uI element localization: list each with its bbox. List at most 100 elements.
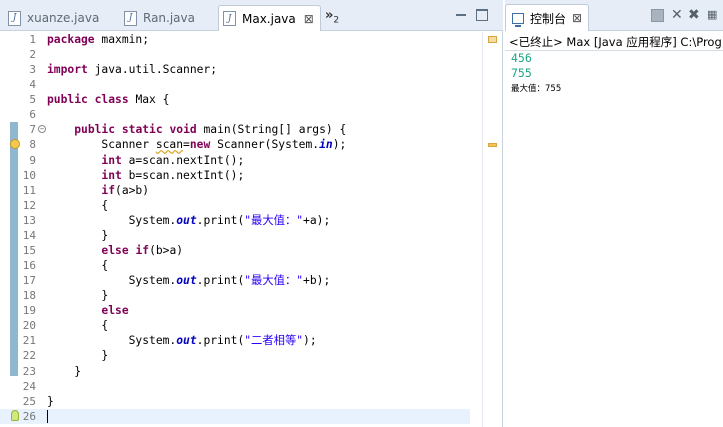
code-line[interactable]: 5 public class Max {: [0, 92, 470, 107]
code-line[interactable]: 25}: [0, 394, 470, 409]
tab-label: Max.java: [242, 11, 296, 26]
console-output-line: 最大值：755: [511, 84, 562, 94]
line-number: 4: [29, 78, 36, 92]
remove-all-launches-icon[interactable]: ✖: [688, 8, 701, 22]
tab-max-java[interactable]: J Max.java ⊠: [218, 5, 321, 31]
line-number: 12: [22, 198, 36, 212]
code-line[interactable]: 4: [0, 77, 470, 92]
code-text: }: [47, 349, 109, 363]
code-text: System.out.print("二者相等");: [47, 334, 317, 348]
code-text: if(a>b): [101, 183, 150, 197]
code-line[interactable]: 24: [0, 379, 470, 394]
line-number: 10: [22, 168, 36, 182]
code-line[interactable]: 2: [0, 47, 470, 62]
console-input-line: 755: [511, 66, 532, 80]
code-text: }: [47, 394, 54, 408]
code-text: {: [47, 198, 109, 212]
code-text: int a=scan.nextInt();: [101, 153, 245, 167]
remove-launch-icon[interactable]: ✕: [671, 8, 684, 22]
code-line[interactable]: 16 {: [0, 258, 470, 273]
code-line[interactable]: 15 else if(b>a): [0, 243, 470, 258]
code-line[interactable]: 22 }: [0, 348, 470, 363]
code-line[interactable]: 23 }: [0, 364, 470, 379]
code-line[interactable]: 9 int a=scan.nextInt();: [0, 153, 470, 168]
code-line[interactable]: 8 Scanner scan=new Scanner(System.in);: [0, 137, 470, 152]
close-tab-icon[interactable]: ⊠: [572, 11, 582, 25]
console-tab-bar: 控制台 ⊠ ✕ ✖ ▦: [505, 0, 723, 31]
warning-marker[interactable]: [488, 143, 497, 147]
overview-ruler[interactable]: [482, 32, 502, 427]
code-text: else if(b>a): [101, 243, 184, 257]
tab-overflow-button[interactable]: »2: [325, 8, 339, 26]
code-line[interactable]: 14 }: [0, 228, 470, 243]
code-line[interactable]: 6: [0, 107, 470, 122]
line-number: 26: [22, 409, 36, 423]
code-text: Scanner scan=new Scanner(System.in);: [47, 138, 347, 152]
line-number: 11: [22, 183, 36, 197]
console-tab-label: 控制台: [530, 11, 567, 26]
line-number: 18: [22, 289, 36, 303]
line-number: 19: [22, 304, 36, 318]
line-number: 13: [22, 213, 36, 227]
minimize-icon[interactable]: [455, 9, 467, 21]
java-file-icon: J: [124, 10, 137, 26]
overflow-count: 2: [333, 15, 340, 26]
line-number: 15: [22, 243, 36, 257]
code-text: import java.util.Scanner;: [47, 63, 218, 77]
line-number: 20: [22, 319, 36, 333]
code-text: }: [47, 228, 109, 242]
tab-ran-java[interactable]: J Ran.java: [124, 5, 195, 31]
code-line[interactable]: 20 {: [0, 318, 470, 333]
line-number: 3: [29, 63, 36, 77]
console-input-line: 456: [511, 51, 532, 65]
terminate-icon[interactable]: [651, 9, 664, 22]
code-line[interactable]: 19 else: [0, 303, 470, 318]
code-text: [47, 409, 48, 424]
line-number: 21: [22, 334, 36, 348]
maximize-icon[interactable]: [476, 9, 488, 21]
console-pane: 控制台 ⊠ ✕ ✖ ▦ <已终止> Max [Java 应用程序] C:\Pro…: [505, 0, 723, 427]
line-number: 1: [29, 33, 36, 46]
line-number: 9: [29, 153, 36, 167]
code-text: else: [101, 304, 129, 318]
code-line[interactable]: 11 if(a>b): [0, 183, 470, 198]
code-text: public static void main(String[] args) {: [74, 123, 347, 137]
line-number: 2: [29, 48, 36, 62]
code-line[interactable]: 7− public static void main(String[] args…: [0, 122, 470, 137]
line-number: 23: [22, 364, 36, 378]
code-text: System.out.print("最大值："+b);: [47, 274, 331, 288]
code-line[interactable]: 21 System.out.print("二者相等");: [0, 333, 470, 348]
code-line[interactable]: 1 package maxmin;: [0, 32, 470, 47]
code-text: public class Max {: [47, 93, 170, 107]
tab-console[interactable]: 控制台 ⊠: [505, 4, 589, 31]
text-cursor: [47, 410, 48, 424]
close-tab-icon[interactable]: ⊠: [304, 12, 314, 26]
warning-summary-icon[interactable]: [488, 36, 497, 43]
console-process-header: <已终止> Max [Java 应用程序] C:\Prog: [509, 35, 722, 49]
code-line[interactable]: 17 System.out.print("最大值："+b);: [0, 273, 470, 288]
code-line[interactable]: 12 {: [0, 198, 470, 213]
editor-pane: J xuanze.java J Ran.java J Max.java ⊠ »2…: [0, 0, 503, 427]
code-line[interactable]: 3 import java.util.Scanner;: [0, 62, 470, 77]
line-number: 5: [29, 93, 36, 107]
line-number: 25: [22, 394, 36, 408]
line-number: 8: [29, 138, 36, 152]
code-text: {: [47, 319, 109, 333]
tab-xuanze-java[interactable]: J xuanze.java: [8, 5, 99, 31]
line-number: 16: [22, 259, 36, 273]
code-text: }: [47, 364, 82, 378]
code-line[interactable]: 10 int b=scan.nextInt();: [0, 168, 470, 183]
java-file-icon: J: [8, 10, 21, 26]
clear-console-icon[interactable]: ▦: [707, 9, 720, 22]
line-number: 17: [22, 274, 36, 288]
console-divider: [505, 50, 723, 51]
code-line[interactable]: 26: [0, 408, 470, 424]
line-number: 24: [22, 379, 36, 393]
fold-toggle-icon[interactable]: −: [38, 125, 46, 134]
console-icon: [512, 12, 524, 27]
code-line[interactable]: 18 }: [0, 288, 470, 303]
code-line[interactable]: 13 System.out.print("最大值："+a);: [0, 213, 470, 228]
tab-label: Ran.java: [143, 11, 195, 25]
code-text: }: [47, 289, 109, 303]
line-number: 14: [22, 228, 36, 242]
